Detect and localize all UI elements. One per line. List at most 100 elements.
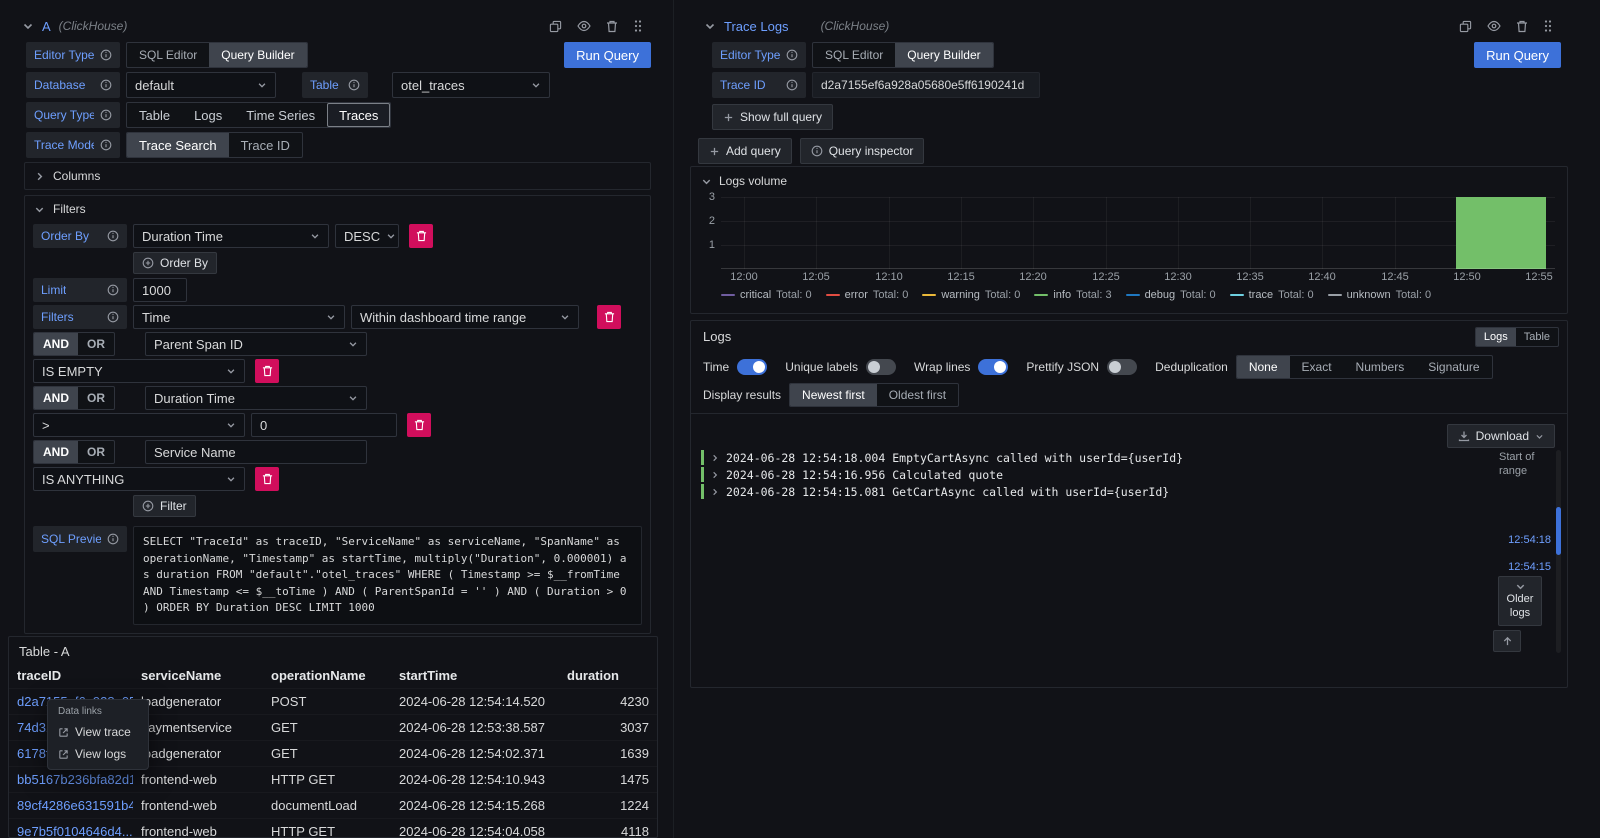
drag-handle-icon[interactable]: [633, 19, 643, 33]
table-view-option[interactable]: Table: [1516, 328, 1558, 346]
remove-order-by-button[interactable]: [409, 224, 433, 248]
logs-view-option[interactable]: Logs: [1476, 328, 1516, 346]
info-icon[interactable]: [100, 109, 112, 121]
query-type-timeseries[interactable]: Time Series: [234, 103, 327, 127]
chevron-down-icon[interactable]: [22, 20, 34, 32]
add-order-by-button[interactable]: Order By: [133, 252, 217, 274]
chevron-right-icon[interactable]: [34, 171, 45, 182]
or-option[interactable]: OR: [78, 441, 114, 463]
wrap-lines-toggle[interactable]: [978, 359, 1008, 375]
info-icon[interactable]: [348, 79, 360, 91]
info-icon[interactable]: [107, 230, 119, 242]
column-header-starttime[interactable]: startTime: [391, 663, 559, 689]
run-query-button[interactable]: Run Query: [564, 42, 651, 68]
legend-item[interactable]: warning Total: 0: [922, 289, 1020, 301]
drag-handle-icon[interactable]: [1543, 19, 1553, 33]
trace-id-link[interactable]: 9e7b5f0104646d4...: [17, 824, 133, 838]
legend-item[interactable]: debug Total: 0: [1126, 289, 1216, 301]
logs-volume-header[interactable]: Logs volume: [691, 167, 1567, 188]
log-row[interactable]: 2024-06-28 12:54:15.081 GetCartAsync cal…: [701, 484, 1477, 499]
legend-item[interactable]: trace Total: 0: [1230, 289, 1314, 301]
log-row[interactable]: 2024-06-28 12:54:18.004 EmptyCartAsync c…: [701, 450, 1477, 465]
condition-3-field-select[interactable]: Service Name: [145, 440, 367, 464]
column-header-traceid[interactable]: traceID: [9, 663, 133, 689]
column-header-servicename[interactable]: serviceName: [133, 663, 263, 689]
eye-icon[interactable]: [1487, 19, 1501, 33]
query-title[interactable]: Trace Logs: [724, 19, 789, 34]
or-option[interactable]: OR: [78, 387, 114, 409]
newest-first-option[interactable]: Newest first: [790, 384, 877, 406]
or-option[interactable]: OR: [78, 333, 114, 355]
chevron-right-icon[interactable]: [711, 471, 719, 479]
condition-2-operator-select[interactable]: >: [33, 413, 245, 437]
query-type-traces[interactable]: Traces: [327, 103, 390, 127]
info-icon[interactable]: [107, 311, 119, 323]
add-filter-button[interactable]: Filter: [133, 495, 196, 517]
dedup-none-option[interactable]: None: [1237, 356, 1290, 378]
column-header-duration[interactable]: duration: [559, 663, 657, 689]
info-icon[interactable]: [100, 49, 112, 61]
download-button[interactable]: Download: [1447, 424, 1555, 448]
remove-filter-button[interactable]: [255, 359, 279, 383]
trace-id-link[interactable]: 89cf4286e631591b4...: [17, 798, 133, 813]
dedup-signature-option[interactable]: Signature: [1416, 356, 1491, 378]
legend-item[interactable]: info Total: 3: [1034, 289, 1111, 301]
legend-item[interactable]: unknown Total: 0: [1328, 289, 1432, 301]
trace-id-link[interactable]: bb5167b236bfa82d1...: [17, 772, 133, 787]
condition-2-field-select[interactable]: Duration Time: [145, 386, 367, 410]
add-query-button[interactable]: Add query: [698, 138, 792, 164]
and-option[interactable]: AND: [34, 387, 78, 409]
dedup-numbers-option[interactable]: Numbers: [1344, 356, 1417, 378]
pane-divider[interactable]: [673, 0, 674, 838]
dedup-exact-option[interactable]: Exact: [1290, 356, 1344, 378]
chevron-right-icon[interactable]: [711, 454, 719, 462]
time-toggle[interactable]: [737, 359, 767, 375]
filters-section-header[interactable]: Filters: [25, 196, 650, 222]
eye-icon[interactable]: [577, 19, 591, 33]
columns-section[interactable]: Columns: [24, 162, 651, 190]
query-inspector-button[interactable]: Query inspector: [800, 138, 925, 164]
query-type-logs[interactable]: Logs: [182, 103, 234, 127]
unique-labels-toggle[interactable]: [866, 359, 896, 375]
column-header-operationname[interactable]: operationName: [263, 663, 391, 689]
sql-editor-option[interactable]: SQL Editor: [127, 43, 209, 67]
query-builder-option[interactable]: Query Builder: [209, 43, 306, 67]
trace-id-input[interactable]: d2a7155ef6a928a05680e5ff6190241d: [812, 72, 1040, 98]
view-trace-menu-item[interactable]: View trace: [52, 721, 144, 743]
filter-field-select[interactable]: Time: [133, 305, 345, 329]
older-logs-button[interactable]: Older logs: [1498, 576, 1542, 626]
info-icon[interactable]: [100, 139, 112, 151]
trash-icon[interactable]: [606, 20, 618, 33]
legend-item[interactable]: critical Total: 0: [721, 289, 812, 301]
chevron-down-icon[interactable]: [701, 176, 712, 187]
chevron-down-icon[interactable]: [34, 204, 45, 215]
query-ref-id[interactable]: A: [42, 19, 51, 34]
order-direction-select[interactable]: DESC: [335, 224, 399, 248]
chevron-right-icon[interactable]: [711, 488, 719, 496]
order-by-field-select[interactable]: Duration Time: [133, 224, 329, 248]
prettify-json-toggle[interactable]: [1107, 359, 1137, 375]
trace-id-option[interactable]: Trace ID: [229, 133, 302, 157]
view-logs-menu-item[interactable]: View logs: [52, 743, 144, 765]
query-type-table[interactable]: Table: [127, 103, 182, 127]
scroll-to-top-button[interactable]: [1493, 630, 1521, 652]
copy-icon[interactable]: [1459, 20, 1472, 33]
log-row[interactable]: 2024-06-28 12:54:16.956 Calculated quote: [701, 467, 1477, 482]
legend-item[interactable]: error Total: 0: [826, 289, 909, 301]
limit-input[interactable]: 1000: [133, 278, 187, 302]
info-icon[interactable]: [100, 79, 112, 91]
trace-search-option[interactable]: Trace Search: [127, 133, 229, 157]
condition-2-value-input[interactable]: 0: [251, 413, 397, 437]
logs-scrollbar-thumb[interactable]: [1556, 507, 1561, 555]
copy-icon[interactable]: [549, 20, 562, 33]
remove-filter-button[interactable]: [255, 467, 279, 491]
filter-value-select[interactable]: Within dashboard time range: [351, 305, 579, 329]
info-icon[interactable]: [786, 49, 798, 61]
table-select[interactable]: otel_traces: [392, 72, 550, 98]
condition-1-field-select[interactable]: Parent Span ID: [145, 332, 367, 356]
sql-editor-option[interactable]: SQL Editor: [813, 43, 895, 67]
remove-filter-button[interactable]: [407, 413, 431, 437]
info-icon[interactable]: [107, 284, 119, 296]
remove-filter-button[interactable]: [597, 305, 621, 329]
and-option[interactable]: AND: [34, 441, 78, 463]
